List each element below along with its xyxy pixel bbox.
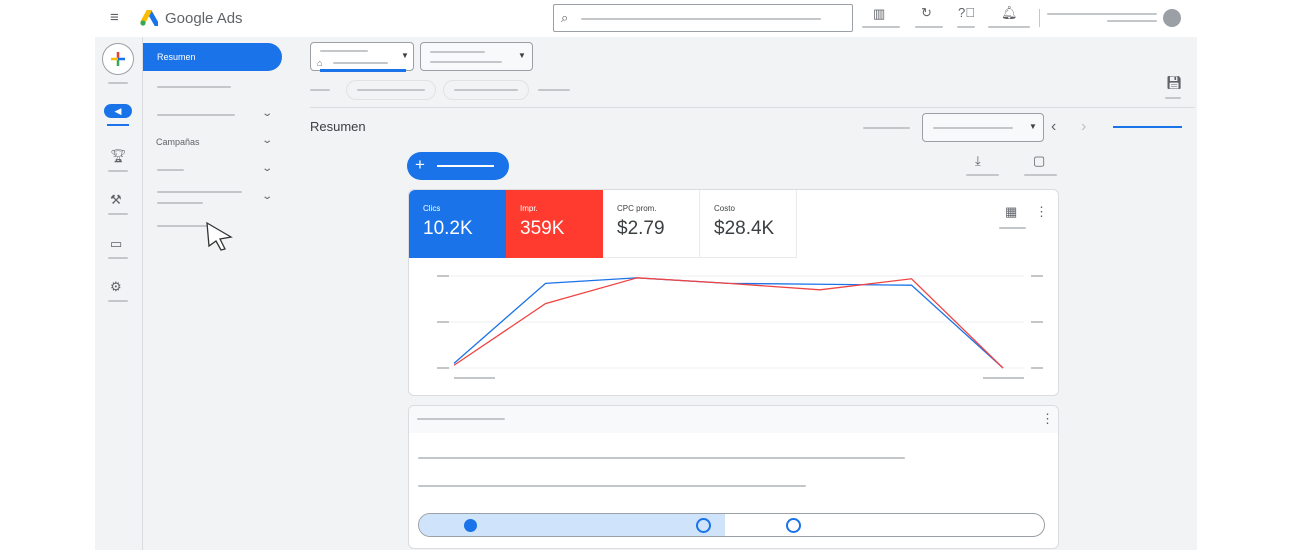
page-title: Resumen [310, 119, 366, 134]
metric-value: 10.2K [423, 218, 473, 239]
view-dropdown[interactable]: ▼ [420, 42, 533, 71]
progress-step-complete[interactable] [464, 519, 477, 532]
app-name: Google Ads [165, 10, 243, 27]
help-icon[interactable]: ?⃝ [958, 5, 975, 21]
search-input[interactable]: ⌕ [553, 4, 853, 32]
filter-chip[interactable] [346, 80, 436, 100]
campaigns-icon[interactable]: ▥ [873, 6, 885, 22]
settings-gear-icon[interactable]: ⚙ [110, 279, 122, 295]
metric-clics[interactable]: Clics 10.2K [409, 190, 506, 258]
avatar[interactable] [1163, 9, 1181, 27]
metric-label: Impr. [520, 204, 538, 213]
progress-step[interactable] [696, 518, 711, 533]
nav-item-campanas[interactable]: Campañas [156, 137, 200, 147]
metric-label: Costo [714, 204, 735, 213]
more-vert-icon[interactable]: ⋮ [1041, 411, 1054, 427]
metric-cpc[interactable]: CPC prom. $2.79 [603, 190, 700, 258]
progress-track [418, 513, 1045, 537]
search-icon: ⌕ [561, 10, 569, 25]
save-icon[interactable]: 💾︎ [1166, 75, 1183, 91]
chevron-right-icon[interactable]: › [1081, 119, 1086, 135]
billing-card-icon[interactable]: ▭ [110, 236, 122, 252]
create-button[interactable] [102, 43, 134, 75]
chart-type-icon[interactable]: ▦ [1005, 204, 1017, 220]
chevron-down-icon[interactable]: ⌄ [261, 191, 273, 202]
plus-icon: + [415, 155, 425, 174]
chevron-down-icon[interactable]: ⌄ [261, 163, 273, 174]
metric-impr[interactable]: Impr. 359K [506, 190, 603, 258]
progress-step[interactable] [786, 518, 801, 533]
top-bar: ≡ Google Ads ⌕ ▥ ↻ ?⃝ 🔔︎ [95, 0, 1197, 37]
metric-value: $28.4K [714, 218, 775, 239]
chevron-left-icon[interactable]: ‹ [1051, 119, 1056, 135]
new-button[interactable]: + [407, 152, 509, 180]
line-chart [437, 275, 1043, 379]
account-dropdown[interactable]: ⌂ ▼ [310, 42, 414, 72]
menu-icon[interactable]: ≡ [110, 10, 119, 26]
campaigns-icon[interactable]: ◀︎ [104, 104, 132, 118]
nav-item-resumen[interactable]: Resumen [143, 43, 282, 71]
tools-icon[interactable]: ⚒ [110, 192, 122, 208]
metric-value: 359K [520, 218, 565, 239]
metric-label: CPC prom. [617, 204, 657, 213]
metric-costo[interactable]: Costo $28.4K [700, 190, 797, 258]
create-plus-icon [111, 52, 125, 66]
date-range-dropdown[interactable]: ▼ [922, 113, 1044, 142]
metric-label: Clics [423, 204, 441, 213]
details-card: ⋮ [408, 405, 1059, 549]
chevron-down-icon[interactable]: ⌄ [261, 135, 273, 146]
performance-card: Clics 10.2K Impr. 359K CPC prom. $2.79 Cost… [408, 189, 1059, 396]
goals-trophy-icon[interactable]: 🏆︎ [110, 148, 127, 164]
series-line-clics [453, 277, 1004, 369]
notifications-icon[interactable]: 🔔︎ [1001, 5, 1018, 21]
chevron-down-icon[interactable]: ⌄ [261, 108, 273, 119]
refresh-icon[interactable]: ↻ [921, 5, 932, 21]
feedback-icon[interactable]: ▢ [1033, 153, 1045, 169]
filter-chip[interactable] [443, 80, 529, 100]
app: ≡ Google Ads ⌕ ▥ ↻ ?⃝ 🔔︎ ◀︎ 🏆︎ ⚒ ▭ ⚙ Res… [95, 0, 1197, 550]
mouse-cursor-icon [206, 221, 233, 251]
more-vert-icon[interactable]: ⋮ [1035, 204, 1048, 220]
metric-value: $2.79 [617, 218, 665, 239]
google-ads-logo-icon [140, 10, 158, 26]
download-icon[interactable]: ⤓ [975, 153, 981, 169]
